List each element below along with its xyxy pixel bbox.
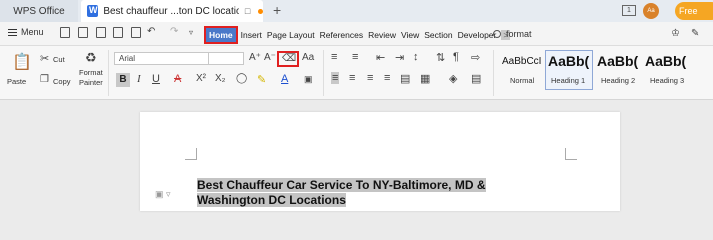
home-ribbon: 📋 Paste ✂ Cut ❐ Copy ♻ Format Painter Ar… <box>0 46 713 100</box>
divider <box>323 50 324 96</box>
divider <box>493 50 494 96</box>
margin-marker <box>185 148 197 160</box>
menu-button[interactable]: Menu <box>8 27 44 37</box>
copy-label[interactable]: Copy <box>53 77 71 86</box>
style-heading3-preview[interactable]: AaBb( <box>645 53 686 69</box>
justify-icon[interactable]: ≡ <box>384 72 390 84</box>
font-size-select[interactable] <box>208 52 244 65</box>
free-button[interactable]: Free <box>675 2 713 20</box>
save-icon[interactable] <box>78 27 88 38</box>
tab-insert[interactable]: Insert <box>241 30 262 40</box>
menu-label: Menu <box>21 27 44 37</box>
change-case-button[interactable]: Aa <box>302 52 314 63</box>
sort-icon[interactable]: ⇅ <box>436 51 445 64</box>
line-spacing-icon[interactable]: ↕ <box>413 51 419 63</box>
highlight-icon[interactable]: ✎ <box>257 73 266 86</box>
document-tab[interactable]: Best chauffeur ...ton DC location □ <box>81 0 263 22</box>
tab-pin-icon[interactable]: □ <box>245 6 250 16</box>
style-heading1-label: Heading 1 <box>551 76 586 85</box>
clear-formatting-button[interactable]: ⌫ <box>277 51 299 67</box>
format-painter-label-2[interactable]: Painter <box>79 78 103 87</box>
window-switch-icon[interactable]: 1 <box>622 5 636 16</box>
hamburger-icon <box>8 28 17 36</box>
search-text: format <box>506 29 532 39</box>
italic-button[interactable]: I <box>137 73 141 85</box>
unsaved-indicator <box>258 8 263 14</box>
tab-settings-icon[interactable]: ⇨ <box>471 51 480 64</box>
tab-developer[interactable]: Developer <box>458 30 497 40</box>
print-icon[interactable] <box>113 27 123 38</box>
title-bar: WPS Office Best chauffeur ...ton DC loca… <box>0 0 713 22</box>
subscript-button[interactable]: X₂ <box>215 73 226 84</box>
ribbon-tabs: Home Insert Page Layout References Revie… <box>204 26 515 44</box>
new-tab-button[interactable]: + <box>273 2 281 18</box>
superscript-button[interactable]: X² <box>196 73 206 84</box>
tab-page-layout[interactable]: Page Layout <box>267 30 315 40</box>
style-heading3-label: Heading 3 <box>650 76 685 85</box>
heading-line-1: Best Chauffeur Car Service To NY-Baltimo… <box>197 178 486 192</box>
redo-icon[interactable]: ↷ <box>170 26 178 37</box>
menu-bar: Menu ↶ ↷ ▿ Home Insert Page Layout Refer… <box>0 22 713 46</box>
copy-icon[interactable]: ❐ <box>40 74 49 85</box>
cut-icon[interactable]: ✂ <box>40 52 49 65</box>
share-icon[interactable]: ♔ <box>671 28 680 39</box>
document-heading[interactable]: Best Chauffeur Car Service To NY-Baltimo… <box>197 178 486 208</box>
format-painter-icon[interactable]: ♻ <box>85 50 97 66</box>
tab-view[interactable]: View <box>401 30 419 40</box>
free-button-label: Free <box>679 6 698 16</box>
style-normal-label: Normal <box>510 76 535 85</box>
collaborate-icon[interactable]: ✎ <box>691 28 699 39</box>
shrink-font-button[interactable]: A⁻ <box>264 52 276 63</box>
align-left-icon[interactable]: ≡ <box>331 72 340 84</box>
document-tab-title: Best chauffeur ...ton DC location <box>103 5 239 17</box>
bold-button[interactable]: B <box>116 73 130 87</box>
align-right-icon[interactable]: ≡ <box>367 72 373 84</box>
tab-home[interactable]: Home <box>204 26 238 44</box>
command-search[interactable]: format <box>493 26 683 42</box>
style-normal-preview[interactable]: AaBbCcI <box>502 56 541 67</box>
cut-label[interactable]: Cut <box>53 55 65 64</box>
underline-button[interactable]: U <box>152 73 160 85</box>
format-painter-label-1[interactable]: Format <box>79 68 103 77</box>
export-pdf-icon[interactable] <box>96 27 106 38</box>
font-color-button[interactable]: A <box>281 73 288 85</box>
strikethrough-button[interactable]: A <box>174 73 181 85</box>
avatar[interactable]: Aa <box>643 3 659 19</box>
grow-font-button[interactable]: A⁺ <box>249 52 261 63</box>
paste-icon[interactable]: 📋 <box>12 52 32 72</box>
eraser-icon: ⌫ <box>282 53 297 64</box>
style-heading2-preview[interactable]: AaBb( <box>597 53 638 69</box>
shading-icon[interactable]: ◈ <box>449 72 457 85</box>
paste-label[interactable]: Paste <box>7 77 26 86</box>
decrease-indent-icon[interactable]: ⇤ <box>376 51 385 64</box>
bullets-icon[interactable]: ≡ <box>331 51 337 63</box>
wps-office-tab[interactable]: WPS Office <box>0 0 78 22</box>
tab-section[interactable]: Section <box>424 30 452 40</box>
tab-review[interactable]: Review <box>368 30 396 40</box>
margin-marker <box>565 148 577 160</box>
style-heading2-label: Heading 2 <box>601 76 636 85</box>
paragraph-handle-icon[interactable]: ▣ ▿ <box>155 189 171 200</box>
divider <box>108 50 109 96</box>
open-folder-icon[interactable] <box>60 27 70 38</box>
writer-doc-icon <box>87 5 99 17</box>
text-effects-icon[interactable]: ◯ <box>236 73 247 84</box>
paragraph-mark-icon[interactable]: ¶ <box>453 51 459 63</box>
increase-indent-icon[interactable]: ⇥ <box>395 51 404 64</box>
borders-icon[interactable]: ▤ <box>471 72 481 85</box>
search-icon <box>493 30 501 38</box>
distributed-icon[interactable]: ▤ <box>400 72 410 85</box>
align-center-icon[interactable]: ≡ <box>349 72 355 84</box>
customize-qa-icon[interactable]: ▿ <box>189 28 193 37</box>
heading-line-2: Washington DC Locations <box>197 193 346 207</box>
undo-icon[interactable]: ↶ <box>147 26 155 37</box>
print-preview-icon[interactable] <box>131 27 141 38</box>
numbering-icon[interactable]: ≡ <box>352 51 358 63</box>
tab-references[interactable]: References <box>320 30 363 40</box>
columns-icon[interactable]: ▦ <box>420 72 430 85</box>
style-heading1-preview[interactable]: AaBb( <box>548 53 589 69</box>
char-shading-icon[interactable]: ▣ <box>304 74 313 85</box>
